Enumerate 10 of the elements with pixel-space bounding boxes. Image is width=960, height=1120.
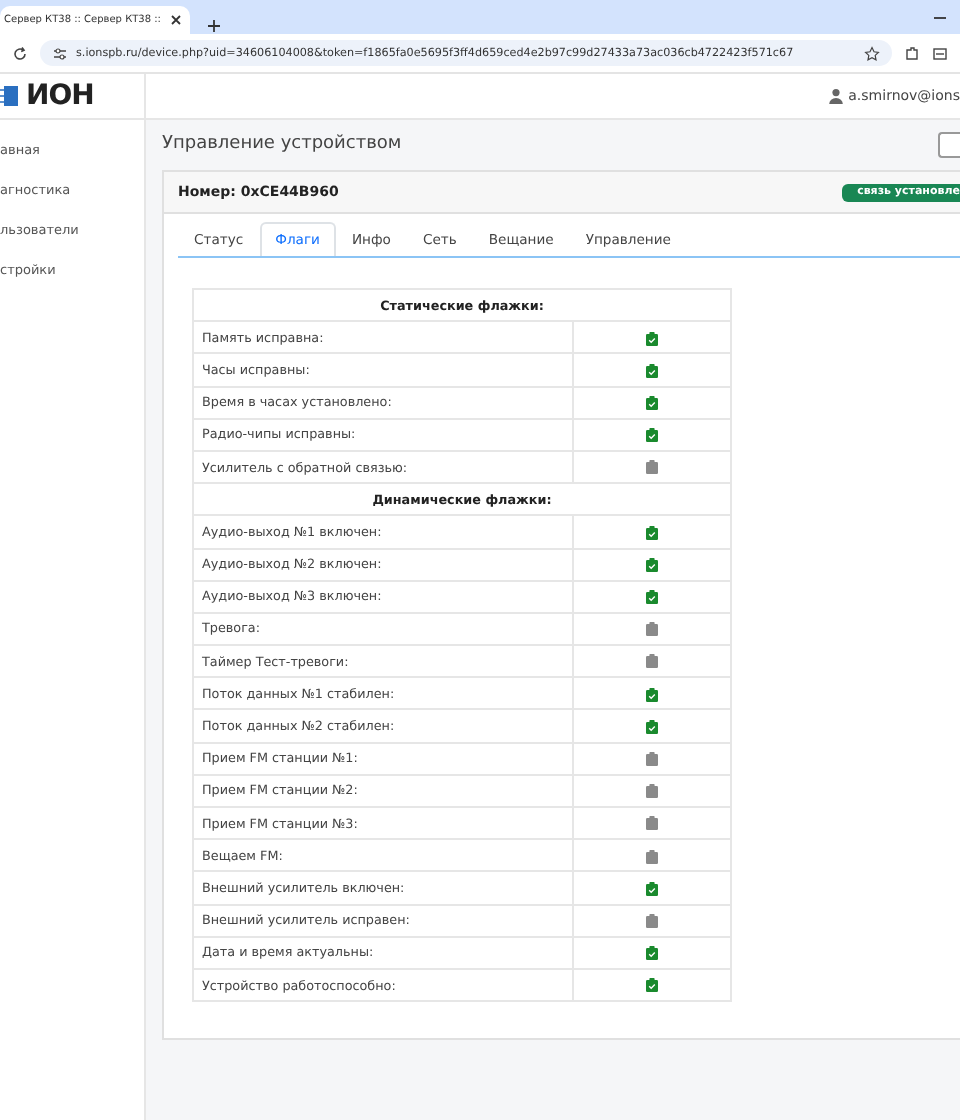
site-settings-icon[interactable] [52, 45, 68, 61]
user-icon [828, 88, 845, 104]
chip-logo-icon [0, 82, 20, 110]
logo-text: ИОН [26, 80, 94, 112]
reload-icon[interactable] [12, 45, 28, 61]
close-icon[interactable] [167, 12, 183, 28]
page-title: Управление устройством [162, 134, 402, 154]
star-icon[interactable] [864, 45, 880, 61]
back-button[interactable] [938, 131, 960, 157]
new-tab-icon[interactable] [205, 18, 221, 34]
